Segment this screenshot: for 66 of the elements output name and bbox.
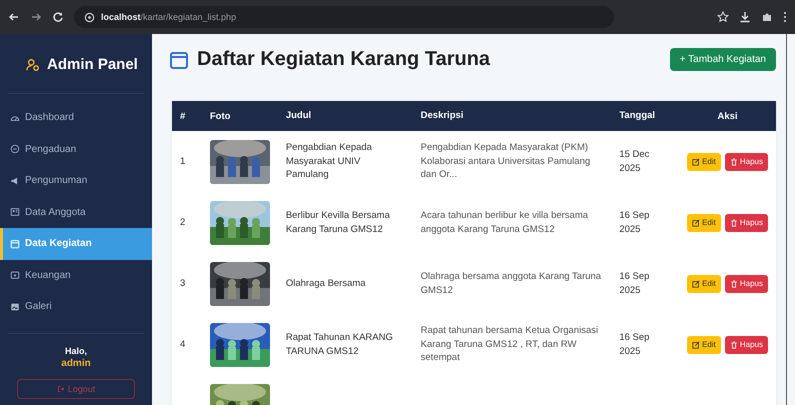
edit-icon — [692, 280, 700, 288]
edit-button[interactable]: Edit — [687, 274, 721, 292]
column-header: # — [180, 110, 186, 122]
row-number: 1 — [180, 156, 186, 167]
delete-button[interactable]: Hapus — [724, 152, 768, 170]
activity-description: Acara tahunan berlibur ke villa bersama anggota Karang Taruna GMS12 — [420, 210, 588, 234]
username: admin — [61, 358, 91, 368]
activity-title: Rapat Tahunan KARANG TARUNA GMS12 — [286, 332, 393, 356]
edit-icon — [692, 218, 700, 226]
column-header: Foto — [210, 110, 230, 122]
delete-button[interactable]: Hapus — [724, 336, 768, 354]
edit-button[interactable]: Edit — [687, 152, 721, 170]
menu-icon[interactable] — [783, 11, 787, 23]
trash-icon — [730, 340, 738, 348]
trash-icon — [730, 158, 738, 166]
column-header: Aksi — [718, 110, 738, 122]
delete-button[interactable]: Hapus — [724, 274, 768, 292]
star-icon[interactable] — [717, 11, 729, 23]
page-title: Daftar Kegiatan Karang Taruna — [197, 48, 490, 71]
logout-icon — [56, 384, 65, 392]
edit-icon — [692, 340, 700, 348]
activity-title: Olahraga Bersama — [286, 278, 366, 289]
trash-icon — [730, 218, 738, 226]
nav-item[interactable]: Pengaduan — [0, 134, 152, 165]
megaphone-icon — [10, 176, 20, 186]
edit-button[interactable]: Edit — [687, 336, 721, 354]
users-icon — [26, 58, 40, 72]
trash-icon — [730, 280, 738, 288]
column-header: Tanggal — [619, 110, 656, 122]
row-number: 4 — [180, 339, 186, 350]
activity-description: Olahraga bersama anggota Karang Taruna GMS12 — [420, 270, 602, 296]
site-info-icon[interactable] — [84, 12, 95, 22]
nav-item[interactable]: Galeri — [0, 291, 152, 322]
edit-icon — [692, 158, 700, 166]
column-header: Deskripsi — [420, 110, 464, 122]
add-activity-button[interactable]: + Tambah Kegiatan — [670, 48, 776, 71]
column-header: Judul — [286, 110, 312, 122]
forward-icon[interactable] — [30, 11, 42, 23]
nav-item[interactable]: Dashboard — [0, 102, 152, 134]
address-field[interactable]: localhost/kartar/kegiatan_list.php — [74, 6, 614, 28]
row-number: 3 — [180, 278, 186, 289]
row-number: 2 — [180, 217, 186, 228]
chat-icon — [10, 144, 20, 154]
puzzle-icon[interactable] — [761, 11, 773, 23]
back-icon[interactable] — [8, 11, 20, 23]
activity-date: 16 Sep 2025 — [619, 270, 650, 296]
activity-title: Pengabdian Kepada Masyarakat UNIV Pamulang — [286, 142, 372, 180]
activity-description: Pengabdian Kepada Masyarakat (PKM) Kolaborasi antara Universitas Pamulang dan Or... — [420, 142, 590, 180]
activity-date: 16 Sep 2025 — [619, 332, 650, 356]
activity-title: Berlibur Kevilla Bersama Karang Taruna GMS12 — [286, 210, 390, 234]
wallet-icon — [10, 270, 20, 280]
activity-date: 16 Sep 2025 — [619, 210, 650, 234]
nav-item[interactable]: Pengumuman — [0, 165, 152, 196]
calendar-icon — [10, 238, 20, 249]
activity-description: Rapat tahunan bersama Ketua Organisasi Karang Taruna GMS12 , RT, dan RW setempat — [420, 324, 598, 364]
activity-date: 15 Dec 2025 — [619, 148, 650, 174]
delete-button[interactable]: Hapus — [724, 214, 768, 232]
edit-button[interactable]: Edit — [687, 214, 721, 232]
calendar-icon — [169, 50, 189, 70]
nav-item[interactable]: Keuangan — [0, 260, 152, 291]
reload-icon[interactable] — [52, 11, 64, 23]
nav-item[interactable]: Data Anggota — [0, 196, 152, 228]
brand-title: Admin Panel — [47, 56, 138, 73]
download-icon[interactable] — [739, 11, 751, 23]
greeting-text: Halo, — [64, 346, 87, 356]
image-icon — [10, 302, 20, 312]
